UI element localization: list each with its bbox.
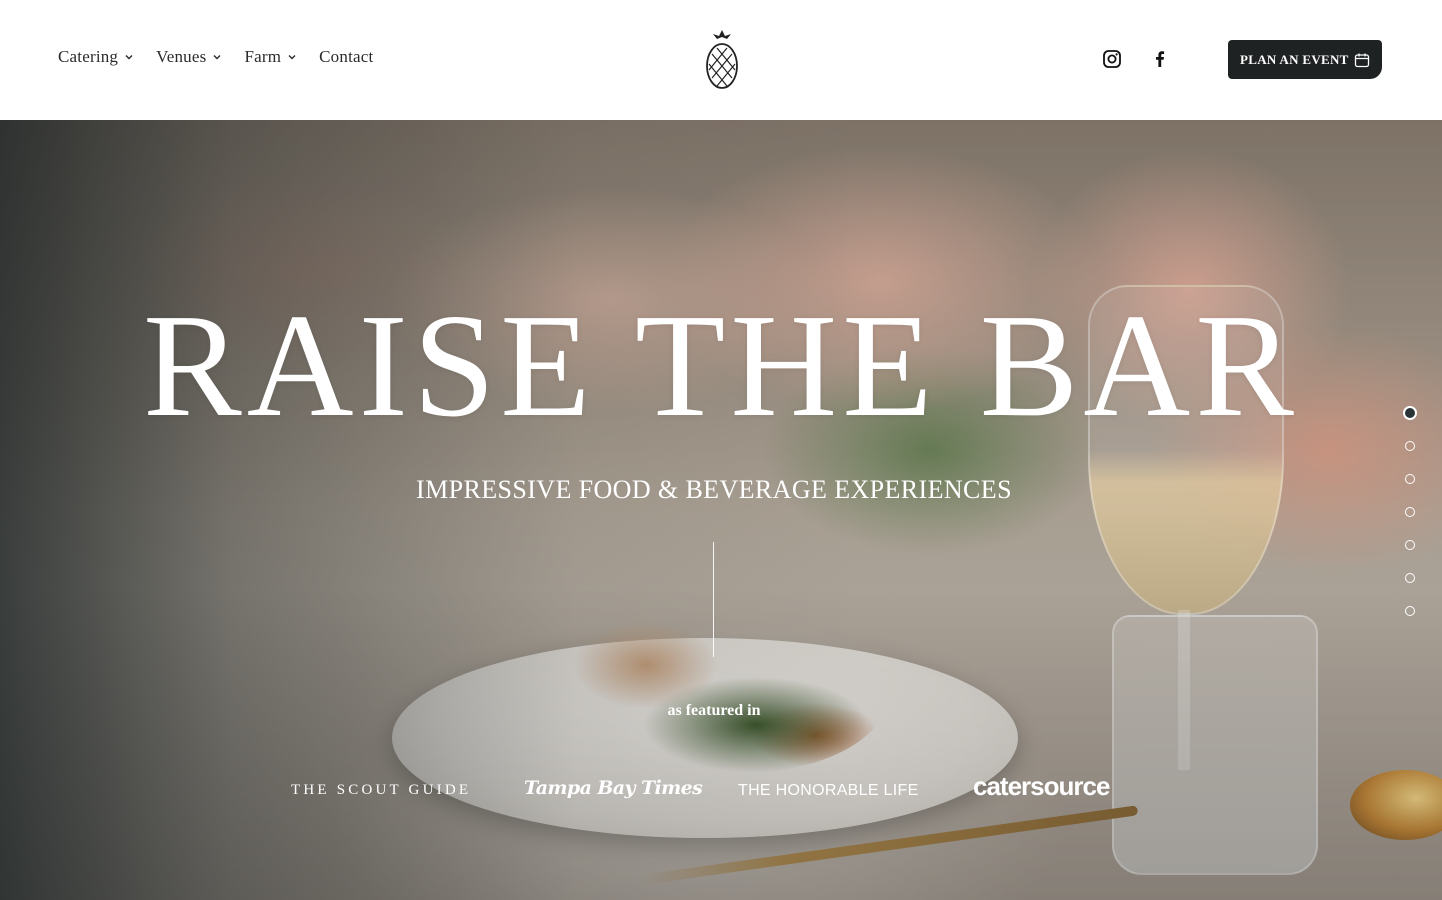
press-logo-catersource: catersource bbox=[973, 771, 1110, 801]
press-logo-scout-guide: THE SCOUT GUIDE bbox=[291, 782, 472, 798]
hero-divider bbox=[713, 542, 714, 657]
chevron-down-icon bbox=[125, 55, 133, 60]
calendar-icon bbox=[1354, 53, 1370, 68]
hero-subtitle: IMPRESSIVE FOOD & BEVERAGE EXPERIENCES bbox=[416, 475, 1012, 504]
nav-item-contact[interactable]: Contact bbox=[319, 47, 373, 67]
site-header: Catering Venues Farm Contact PLAN AN EVE… bbox=[0, 0, 1442, 120]
nav-item-venues[interactable]: Venues bbox=[156, 47, 222, 67]
hero-title: RAISE THE BAR bbox=[143, 284, 1299, 448]
slider-dot[interactable] bbox=[1405, 474, 1415, 484]
nav-item-label: Farm bbox=[244, 47, 282, 66]
nav-item-label: Contact bbox=[319, 47, 374, 66]
slider-dot[interactable] bbox=[1403, 406, 1417, 420]
chevron-down-icon bbox=[213, 55, 221, 60]
press-logo-honorable-life: THE HONORABLE LIFE bbox=[738, 782, 919, 799]
slider-dot[interactable] bbox=[1405, 573, 1415, 583]
nav-item-catering[interactable]: Catering bbox=[58, 47, 134, 67]
instagram-icon[interactable] bbox=[1102, 49, 1122, 69]
nav-item-farm[interactable]: Farm bbox=[244, 47, 297, 67]
slider-dot[interactable] bbox=[1405, 507, 1415, 517]
main-nav: Catering Venues Farm Contact bbox=[58, 47, 395, 67]
hero-section: RAISE THE BAR IMPRESSIVE FOOD & BEVERAGE… bbox=[0, 120, 1442, 900]
hero-overlay bbox=[0, 120, 1442, 900]
plan-an-event-button[interactable]: PLAN AN EVENT bbox=[1228, 40, 1382, 79]
slider-pagination bbox=[1403, 406, 1417, 620]
facebook-icon[interactable] bbox=[1150, 49, 1170, 69]
slider-dot[interactable] bbox=[1405, 540, 1415, 550]
slider-dot[interactable] bbox=[1405, 441, 1415, 451]
press-logo-tampa-bay-times: Tampa Bay Times bbox=[524, 777, 703, 799]
featured-in-label: as featured in bbox=[667, 702, 761, 719]
nav-item-label: Venues bbox=[156, 47, 207, 66]
cta-label: PLAN AN EVENT bbox=[1240, 51, 1349, 67]
chevron-down-icon bbox=[288, 55, 296, 60]
pineapple-icon[interactable] bbox=[701, 28, 743, 92]
nav-item-label: Catering bbox=[58, 47, 119, 66]
slider-dot[interactable] bbox=[1405, 606, 1415, 616]
